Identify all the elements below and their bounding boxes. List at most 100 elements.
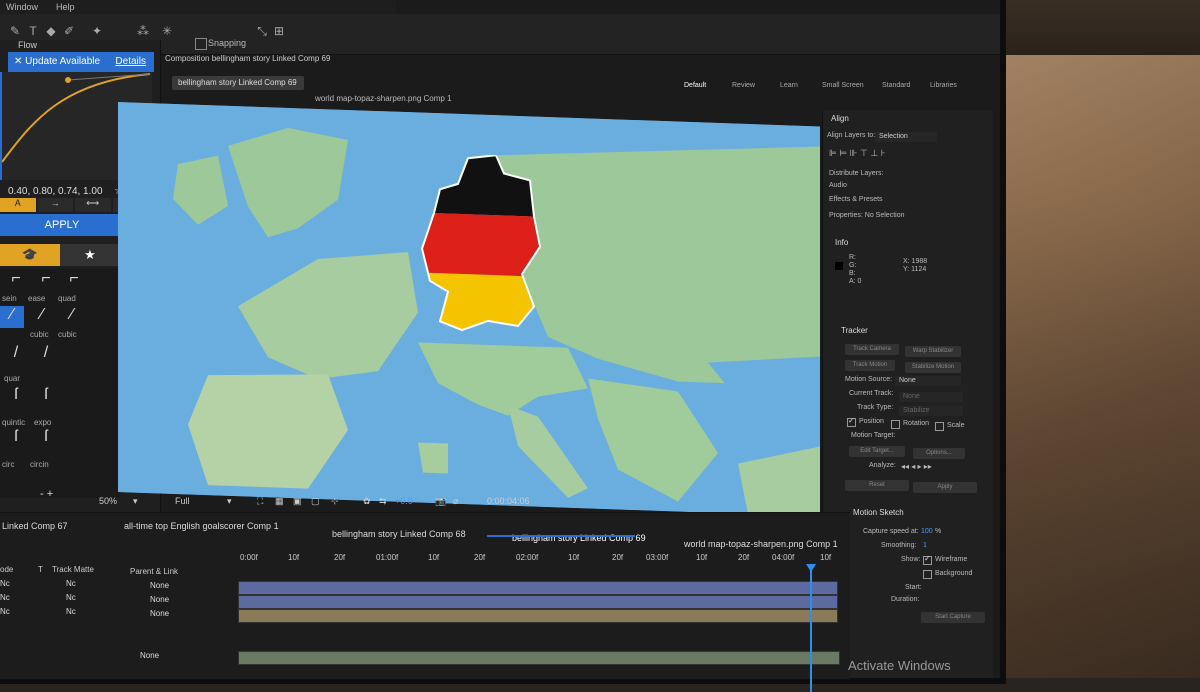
rotation-checkbox[interactable] bbox=[891, 420, 900, 429]
menu-window[interactable]: Window bbox=[6, 2, 38, 12]
row3-matte[interactable]: Nc bbox=[66, 607, 76, 616]
workspace-learn[interactable]: Learn bbox=[780, 82, 798, 89]
eraser-tool-icon[interactable]: ◆ bbox=[44, 24, 58, 38]
row1-parent[interactable]: None bbox=[150, 581, 169, 590]
tracker-apply-button[interactable]: Apply bbox=[913, 482, 977, 493]
ease-preset[interactable]: ſ bbox=[4, 386, 28, 408]
camera-icon[interactable]: 📷 bbox=[435, 496, 446, 507]
flow-tab[interactable]: Flow bbox=[18, 40, 37, 50]
timeline-tab-comp-68[interactable]: bellingham story Linked Comp 68 bbox=[332, 529, 466, 539]
options-button[interactable]: Options... bbox=[913, 448, 965, 459]
row1-matte[interactable]: Nc bbox=[66, 579, 76, 588]
start-capture-button[interactable]: Start Capture bbox=[921, 612, 985, 623]
mask-visibility-icon[interactable]: ▣ bbox=[293, 496, 302, 507]
scale-checkbox[interactable] bbox=[935, 422, 944, 431]
ease-button-a[interactable]: A bbox=[0, 198, 36, 212]
exposure-value[interactable]: +0.0 bbox=[395, 496, 413, 506]
row3-mode[interactable]: Nc bbox=[0, 607, 10, 616]
flow-apply-button[interactable]: APPLY bbox=[0, 214, 124, 236]
row3-parent[interactable]: None bbox=[150, 609, 169, 618]
ease-preset[interactable]: / bbox=[4, 344, 28, 366]
layer-bar-1[interactable] bbox=[238, 581, 838, 595]
curve-handle[interactable] bbox=[65, 77, 71, 83]
workspace-libraries[interactable]: Libraries bbox=[930, 82, 957, 89]
resolution-dropdown[interactable]: Full bbox=[175, 496, 190, 506]
pin-tool-icon[interactable]: ✦ bbox=[90, 24, 104, 38]
row2-mode[interactable]: Nc bbox=[0, 593, 10, 602]
ease-preset[interactable]: ∕ bbox=[30, 306, 54, 328]
ease-preset[interactable]: ſ bbox=[4, 428, 28, 450]
pen-tool-icon[interactable]: ✎ bbox=[8, 24, 22, 38]
effects-presets-label[interactable]: Effects & Presets bbox=[829, 196, 883, 203]
ease-preset[interactable]: ſ bbox=[34, 428, 58, 450]
close-icon[interactable]: ✕ bbox=[14, 56, 25, 67]
stabilize-motion-button[interactable]: Stabilize Motion bbox=[905, 362, 961, 373]
playhead-line[interactable] bbox=[810, 566, 812, 692]
capture-speed-value[interactable]: 100 bbox=[921, 528, 933, 535]
ease-preset[interactable]: ⌐ bbox=[4, 270, 28, 292]
timeline-tab-comp-67[interactable]: Linked Comp 67 bbox=[2, 521, 68, 531]
puppet-tool-icon[interactable]: ⁂ bbox=[136, 24, 150, 38]
zoom-dropdown[interactable]: 50% bbox=[99, 496, 117, 506]
curve-values[interactable]: 0.40, 0.80, 0.74, 1.00 bbox=[8, 186, 103, 197]
viewer-timecode[interactable]: 0:00:04:06 bbox=[487, 496, 530, 506]
graduation-cap-icon[interactable]: 🎓 bbox=[0, 244, 60, 266]
ease-preset[interactable]: ſ bbox=[34, 386, 58, 408]
tracker-reset-button[interactable]: Reset bbox=[845, 480, 909, 491]
tab-world-map[interactable]: world map-topaz-sharpen.png Comp 1 bbox=[315, 94, 452, 103]
timeline-tab-goalscorer[interactable]: all-time top English goalscorer Comp 1 bbox=[124, 521, 279, 531]
details-link[interactable]: Details bbox=[115, 52, 146, 72]
wireframe-checkbox[interactable] bbox=[923, 554, 932, 565]
ease-preset[interactable]: / bbox=[34, 344, 58, 366]
snap-grid-icon[interactable]: ⊞ bbox=[272, 24, 286, 38]
snap-option-icon[interactable]: ⤡ bbox=[255, 24, 269, 38]
ease-preset[interactable]: ⌐ bbox=[34, 270, 58, 292]
audio-label[interactable]: Audio bbox=[829, 182, 847, 189]
transparency-grid-icon[interactable]: ▦ bbox=[275, 496, 284, 507]
ease-preset[interactable]: ∕ bbox=[60, 306, 84, 328]
chevron-down-icon[interactable]: ▾ bbox=[227, 496, 232, 507]
star-icon[interactable]: ★ bbox=[60, 244, 120, 266]
workspace-small-screen[interactable]: Small Screen bbox=[822, 82, 864, 89]
workspace-review[interactable]: Review bbox=[732, 82, 755, 89]
analyze-controls[interactable]: ◂◂ ◂ ▸ ▸▸ bbox=[901, 462, 932, 471]
background-checkbox[interactable] bbox=[923, 570, 932, 579]
chevron-down-icon[interactable]: ▾ bbox=[133, 496, 138, 507]
layer-bar-4[interactable] bbox=[238, 651, 840, 665]
region-icon[interactable]: ▢ bbox=[311, 496, 320, 507]
ease-button-in[interactable]: → bbox=[37, 198, 73, 212]
ease-preset-selected[interactable]: ∕ bbox=[0, 306, 24, 328]
workspace-standard[interactable]: Standard bbox=[882, 82, 910, 89]
roto-tool-icon[interactable]: ✳ bbox=[160, 24, 174, 38]
edit-target-button[interactable]: Edit Target... bbox=[849, 446, 905, 457]
properties-label[interactable]: Properties: No Selection bbox=[829, 212, 904, 219]
row2-parent[interactable]: None bbox=[150, 595, 169, 604]
channel-icon[interactable]: ⊹ bbox=[331, 496, 339, 507]
brush-tool-icon[interactable]: ✐ bbox=[62, 24, 76, 38]
track-motion-button[interactable]: Track Motion bbox=[845, 360, 895, 371]
current-track-select[interactable]: None bbox=[899, 392, 963, 402]
row1-mode[interactable]: Nc bbox=[0, 579, 10, 588]
ease-preset[interactable]: ⌐ bbox=[62, 270, 86, 292]
warp-stabilizer-button[interactable]: Warp Stabilizer bbox=[905, 346, 961, 357]
exposure-icon[interactable]: ⇆ bbox=[379, 496, 387, 507]
type-tool-icon[interactable]: T bbox=[26, 24, 40, 38]
layer-bar-3[interactable] bbox=[238, 609, 838, 623]
tab-bellingham-69[interactable]: bellingham story Linked Comp 69 bbox=[172, 76, 304, 90]
workspace-default[interactable]: Default bbox=[684, 82, 706, 89]
motion-source-select[interactable]: None bbox=[895, 376, 961, 386]
composition-viewer[interactable] bbox=[118, 102, 820, 517]
row2-matte[interactable]: Nc bbox=[66, 593, 76, 602]
track-type-select[interactable]: Stabilize bbox=[899, 406, 963, 416]
row4-parent[interactable]: None bbox=[140, 651, 159, 660]
fast-preview-icon[interactable]: ⛶ bbox=[257, 496, 263, 507]
align-layers-to-select[interactable]: Selection bbox=[875, 132, 937, 142]
timeline-tab-world-map[interactable]: world map-topaz-sharpen.png Comp 1 bbox=[684, 539, 838, 549]
layer-bar-2[interactable] bbox=[238, 595, 838, 609]
snapping-checkbox[interactable] bbox=[195, 38, 207, 50]
time-ruler[interactable]: 0:00f 10f 20f 01:00f 10f 20f 02:00f 10f … bbox=[240, 553, 840, 569]
track-camera-button[interactable]: Track Camera bbox=[845, 344, 899, 355]
align-icons[interactable]: ⊫ ⊨ ⊪ ⊤ ⊥ ⊦ bbox=[829, 148, 885, 159]
position-checkbox[interactable] bbox=[847, 416, 856, 427]
color-channels-icon[interactable]: ✿ bbox=[363, 496, 371, 507]
